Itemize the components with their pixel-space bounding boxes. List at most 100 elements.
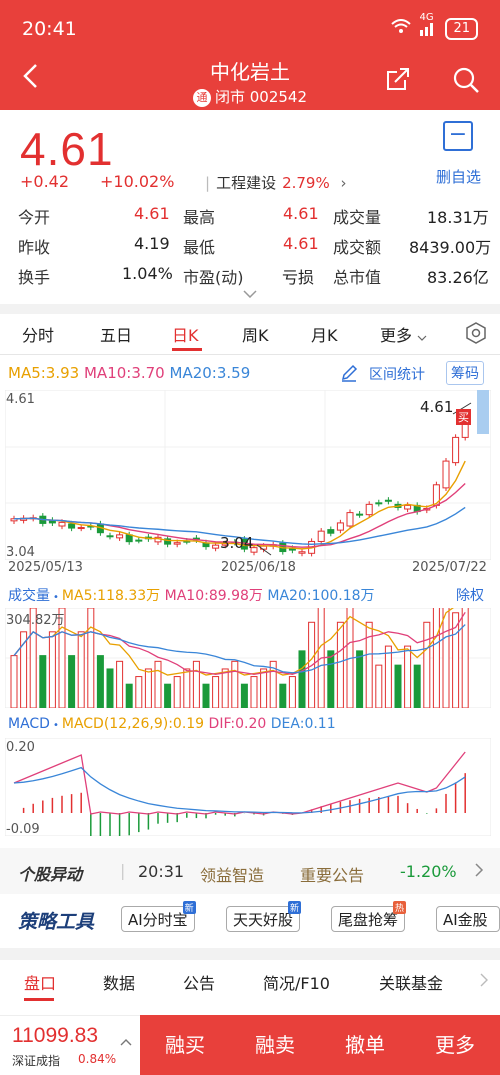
section-gap <box>0 948 500 960</box>
buy-signal-tag: 买 <box>456 409 471 425</box>
chip-label: 天天好股 <box>233 911 294 929</box>
tab-order-book[interactable]: 盘口 <box>24 970 56 994</box>
volume-bar <box>48 631 56 708</box>
market-status: 闭市 002542 <box>214 88 308 106</box>
sector-name: 工程建设 <box>216 174 277 192</box>
margin-sell-button[interactable]: 融卖 <box>230 1015 320 1075</box>
market-cap-value: 83.26亿 <box>427 268 489 287</box>
tab-data[interactable]: 数据 <box>103 970 135 994</box>
tab-more[interactable]: 更多 <box>380 322 427 346</box>
prev-close-value: 4.19 <box>134 234 170 253</box>
chevron-right-icon[interactable] <box>474 862 484 882</box>
settings-icon[interactable] <box>465 322 487 348</box>
volume-bar <box>231 660 239 708</box>
tool-ai-gold-stock[interactable]: AI金股 <box>436 906 500 932</box>
pe-label: 市盈(动) <box>183 268 244 287</box>
volume-bar <box>183 668 191 708</box>
candle <box>68 523 76 529</box>
volume-bar <box>144 668 152 708</box>
tool-ai-timeshare[interactable]: AI分时宝新 <box>121 901 196 932</box>
remove-favorite-label[interactable]: 删自选 <box>436 166 481 187</box>
tab-intraday[interactable]: 分时 <box>22 322 54 346</box>
chip-distribution-button[interactable]: 筹码 <box>446 361 484 385</box>
cancel-order-button[interactable]: 撤单 <box>320 1015 410 1075</box>
volume-chart[interactable] <box>5 608 491 708</box>
stock-name: 中化岩土 <box>210 60 290 84</box>
volume-bar <box>221 668 229 708</box>
volume-bar <box>10 655 18 708</box>
new-badge: 新 <box>288 901 302 914</box>
volume-bar <box>288 676 296 708</box>
volume-bar <box>375 664 383 708</box>
candle <box>452 436 460 464</box>
tab-related-funds[interactable]: 关联基金 <box>379 970 443 994</box>
index-value[interactable]: 11099.83 <box>12 1024 98 1048</box>
low-label: 最低 <box>183 238 216 257</box>
prev-close-label: 昨收 <box>18 238 51 257</box>
kline-x-label-end: 2025/07/22 <box>412 560 487 575</box>
new-badge: 新 <box>182 901 196 914</box>
margin-buy-button[interactable]: 融买 <box>140 1015 230 1075</box>
volume-label: 成交量 <box>333 208 382 227</box>
scroll-indicator <box>477 390 489 434</box>
amount-value: 8439.00万 <box>409 238 492 257</box>
volume-title: 成交量 <box>8 588 50 604</box>
tab-announcements[interactable]: 公告 <box>183 970 215 994</box>
network-type: 4G <box>419 11 434 23</box>
kline-high-marker: 4.61 <box>420 398 454 416</box>
volume-bar <box>135 676 143 708</box>
volume-bar <box>212 676 220 708</box>
chip-label: 尾盘抢筹 <box>338 911 399 929</box>
ex-rights-button[interactable]: 除权 <box>456 585 484 605</box>
index-pct: 0.84% <box>78 1052 117 1066</box>
tab-five-day[interactable]: 五日 <box>100 322 132 346</box>
tab-more-label: 更多 <box>380 326 413 345</box>
candle <box>125 534 133 543</box>
tab-daily-k[interactable]: 日K <box>172 322 199 346</box>
candle <box>135 539 143 542</box>
kline-low-marker: 3.04 <box>220 534 254 552</box>
news-title[interactable]: 重要公告 <box>300 862 364 886</box>
kline-y-bottom: 3.04 <box>6 545 35 560</box>
hot-badge: 热 <box>393 901 407 914</box>
macd-legend: MACD • MACD(12,26,9):0.19 DIF:0.20 DEA:0.1… <box>8 716 336 732</box>
volume-bar <box>125 683 133 708</box>
candle <box>116 534 124 539</box>
pencil-icon[interactable] <box>340 364 358 386</box>
macd-chart[interactable] <box>5 738 491 836</box>
macd-dea: DEA:0.11 <box>270 716 336 732</box>
range-stat-button[interactable]: 区间统计 <box>369 364 425 384</box>
candle <box>298 551 306 554</box>
share-icon[interactable] <box>385 66 411 92</box>
volume-legend: 成交量 • MA5:118.33万 MA10:89.98万 MA20:100.18万 <box>8 585 375 605</box>
divider: | <box>120 861 126 880</box>
search-icon[interactable] <box>452 66 480 94</box>
sector-link[interactable]: | 工程建设 2.79% › <box>205 172 347 193</box>
minus-icon: − <box>448 122 468 147</box>
candle <box>346 512 354 527</box>
macd-y-top: 0.20 <box>6 740 35 755</box>
volume-bar <box>384 645 392 708</box>
volume-bar <box>164 683 172 708</box>
section-gap <box>0 304 500 314</box>
tool-daily-picks[interactable]: 天天好股新 <box>226 901 302 932</box>
expand-chevron-icon[interactable] <box>243 287 257 301</box>
tab-monthly-k[interactable]: 月K <box>311 322 338 346</box>
kline-x-label-start: 2025/05/13 <box>8 560 83 575</box>
stock-status-code: 通闭市 002542 <box>0 86 500 107</box>
chevron-right-icon: › <box>340 174 347 192</box>
tab-f10[interactable]: 简况/F10 <box>263 970 330 994</box>
chevron-up-icon[interactable] <box>120 1034 132 1050</box>
remove-favorite-button[interactable]: − <box>443 121 473 151</box>
volume-ma20: MA20:100.18万 <box>267 588 375 604</box>
app-header: 20:41 4G 21 中化岩土 通闭市 002542 <box>0 0 500 110</box>
news-stock[interactable]: 领益智造 <box>200 862 264 886</box>
volume-bar <box>240 683 248 708</box>
tab-weekly-k[interactable]: 周K <box>242 322 269 346</box>
more-actions-button[interactable]: 更多 <box>410 1015 500 1075</box>
macd-y-bottom: -0.09 <box>6 822 40 837</box>
market-cap-label: 总市值 <box>333 268 382 287</box>
chevron-right-icon[interactable] <box>480 972 488 991</box>
tool-closing-grab[interactable]: 尾盘抢筹热 <box>331 901 407 932</box>
candle <box>77 527 85 530</box>
